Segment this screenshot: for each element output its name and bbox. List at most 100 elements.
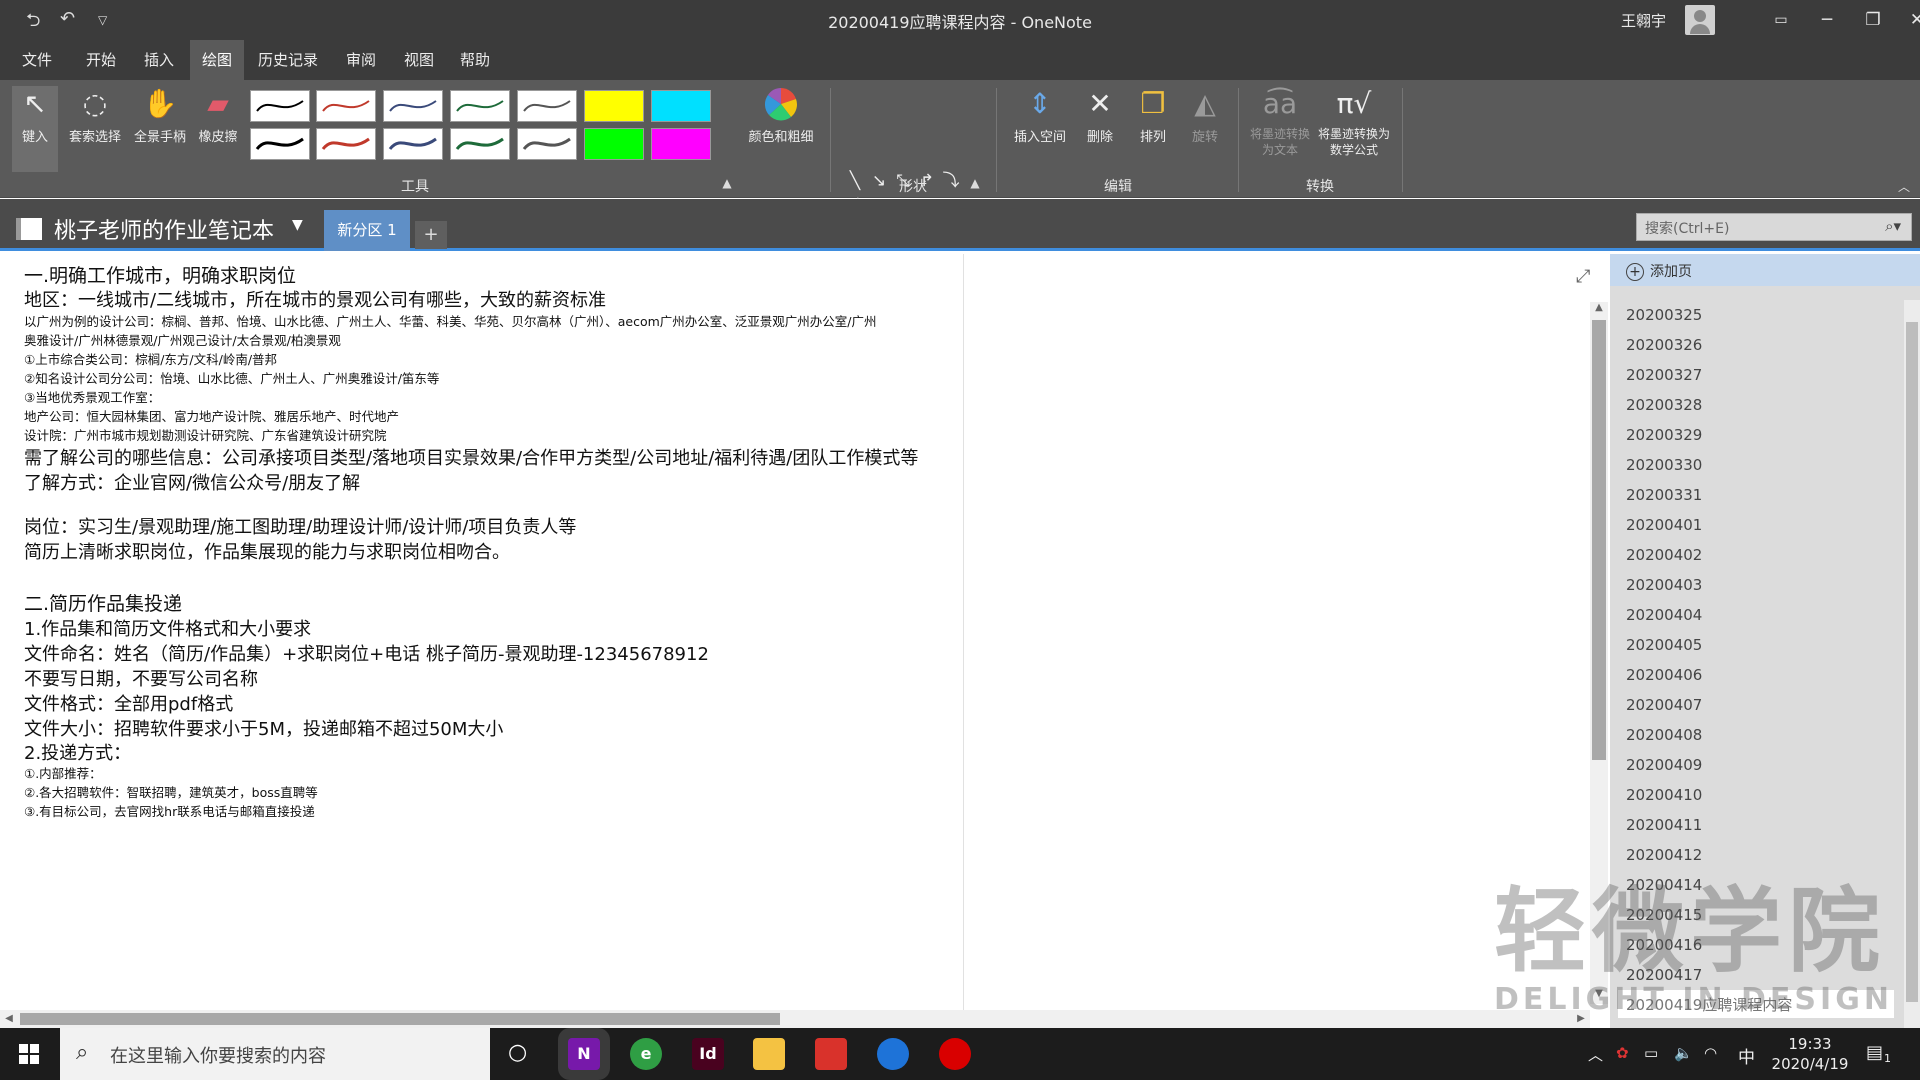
menu-insert[interactable]: 插入	[132, 40, 186, 80]
close-button[interactable]: ✕	[1894, 6, 1920, 34]
pen-swatch[interactable]	[250, 90, 310, 122]
search-input[interactable]: 搜索(Ctrl+E) ⌕▾	[1636, 213, 1912, 241]
rotate-button[interactable]: ◭ 旋转	[1180, 86, 1230, 145]
lasso-select-button[interactable]: ◌ 套索选择	[62, 86, 128, 145]
page-horizontal-scrollbar[interactable]: ◀ ▶	[0, 1010, 1590, 1028]
menu-file[interactable]: 文件	[10, 40, 64, 80]
expand-page-icon[interactable]: ⤢	[1576, 266, 1590, 287]
note-line[interactable]: 奥雅设计/广州林德景观/广州观己设计/太合景观/柏澳景观	[24, 330, 341, 349]
pen-swatch[interactable]	[316, 90, 376, 122]
add-section-button[interactable]: +	[415, 221, 447, 249]
taskbar-search-input[interactable]: ⌕ 在这里输入你要搜索的内容	[60, 1028, 490, 1080]
page-item[interactable]: 20200401	[1626, 516, 1702, 534]
menu-help[interactable]: 帮助	[448, 40, 502, 80]
collapse-ribbon-icon[interactable]: ︿	[1898, 178, 1910, 195]
note-line[interactable]: ①.内部推荐：	[24, 763, 102, 782]
page-list-scrollbar[interactable]	[1904, 300, 1920, 1028]
page-item[interactable]: 20200331	[1626, 486, 1702, 504]
menu-home[interactable]: 开始	[74, 40, 128, 80]
page-item[interactable]: 20200329	[1626, 426, 1702, 444]
tab-section-1[interactable]: 新分区 1	[324, 210, 410, 251]
recorder-icon[interactable]	[939, 1038, 971, 1070]
note-line[interactable]: 岗位：实习生/景观助理/施工图助理/助理设计师/设计师/项目负责人等	[24, 513, 576, 539]
note-line[interactable]: 文件格式：全部用pdf格式	[24, 690, 233, 716]
note-page[interactable]: ⤢ 一.明确工作城市，明确求职岗位 地区：一线城市/二线城市，所在城市的景观公司有…	[0, 254, 1600, 1010]
arrange-button[interactable]: ❐ 排列	[1128, 86, 1178, 145]
pen-swatch[interactable]	[450, 90, 510, 122]
note-line[interactable]: 地产公司：恒大园林集团、富力地产设计院、雅居乐地产、时代地产	[24, 406, 399, 425]
note-line[interactable]: ②.各大招聘软件：智联招聘，建筑英才，boss直聘等	[24, 782, 318, 801]
battery-icon[interactable]: ▭	[1644, 1044, 1658, 1062]
add-page-button[interactable]: + 添加页	[1610, 254, 1920, 286]
note-line[interactable]: 二.简历作品集投递	[24, 589, 182, 616]
note-line[interactable]: 文件命名：姓名（简历/作品集）+求职岗位+电话 桃子简历-景观助理-123456…	[24, 640, 709, 666]
page-item[interactable]: 20200409	[1626, 756, 1702, 774]
volume-icon[interactable]: 🔈	[1674, 1044, 1693, 1062]
indesign-icon[interactable]: Id	[692, 1038, 724, 1070]
note-line[interactable]: 不要写日期，不要写公司名称	[24, 665, 258, 691]
note-line[interactable]: 需了解公司的哪些信息：公司承接项目类型/落地项目实景效果/合作甲方类型/公司地址…	[24, 444, 918, 470]
color-thickness-button[interactable]: 颜色和粗细	[740, 86, 822, 145]
pen-swatch[interactable]	[450, 128, 510, 160]
ime-indicator[interactable]: 中	[1738, 1043, 1755, 1068]
sketchup-icon[interactable]	[815, 1038, 847, 1070]
ink-to-text-button[interactable]: a͡a 将墨迹转换为文本	[1248, 86, 1312, 158]
delete-button[interactable]: ✕ 删除	[1076, 86, 1124, 145]
eraser-button[interactable]: ▰ 橡皮擦	[192, 86, 244, 145]
page-item[interactable]: 20200326	[1626, 336, 1702, 354]
pen-swatch[interactable]	[316, 128, 376, 160]
page-item[interactable]: 20200408	[1626, 726, 1702, 744]
tray-app-icon[interactable]: ✿	[1616, 1044, 1629, 1062]
restore-button[interactable]: ❐	[1850, 6, 1896, 34]
file-explorer-icon[interactable]	[753, 1038, 785, 1070]
page-item[interactable]: 20200404	[1626, 606, 1702, 624]
page-item[interactable]: 20200327	[1626, 366, 1702, 384]
page-item[interactable]: 20200407	[1626, 696, 1702, 714]
note-line[interactable]: ①上市综合类公司：棕榈/东方/文科/岭南/普邦	[24, 349, 277, 368]
menu-history[interactable]: 历史记录	[246, 40, 330, 80]
page-item[interactable]: 20200328	[1626, 396, 1702, 414]
page-item[interactable]: 20200405	[1626, 636, 1702, 654]
scroll-thumb[interactable]	[1906, 322, 1918, 1002]
media-icon[interactable]	[877, 1038, 909, 1070]
page-item[interactable]: 20200402	[1626, 546, 1702, 564]
note-line[interactable]: 2.投递方式：	[24, 739, 131, 765]
menu-review[interactable]: 审阅	[334, 40, 388, 80]
scroll-up-icon[interactable]: ▲	[1590, 302, 1608, 318]
note-line[interactable]: 简历上清晰求职岗位，作品集展现的能力与求职岗位相吻合。	[24, 538, 510, 564]
page-item[interactable]: 20200410	[1626, 786, 1702, 804]
page-item[interactable]: 20200403	[1626, 576, 1702, 594]
wifi-icon[interactable]: ◠	[1704, 1044, 1717, 1062]
browser-icon[interactable]: e	[630, 1038, 662, 1070]
scroll-left-icon[interactable]: ◀	[0, 1010, 18, 1028]
notebook-name[interactable]: 桃子老师的作业笔记本	[54, 213, 274, 245]
note-line[interactable]: 文件大小：招聘软件要求小于5M，投递邮箱不超过50M大小	[24, 715, 503, 741]
insert-space-button[interactable]: ⇕ 插入空间	[1008, 86, 1072, 145]
chevron-down-icon[interactable]: ▼	[292, 217, 303, 233]
user-name[interactable]: 王翱宇	[1621, 10, 1666, 31]
note-line[interactable]: 以广州为例的设计公司：棕榈、普邦、怡境、山水比德、广州土人、华蕾、科美、华苑、贝…	[24, 311, 877, 330]
page-item[interactable]: 20200325	[1626, 306, 1702, 324]
note-line[interactable]: ③当地优秀景观工作室：	[24, 387, 160, 406]
highlighter-swatch[interactable]	[584, 90, 644, 122]
pen-swatch[interactable]	[383, 128, 443, 160]
search-icon[interactable]: ⌕▾	[1885, 217, 1901, 235]
note-line[interactable]: 设计院：广州市城市规划勘测设计研究院、广东省建筑设计研究院	[24, 425, 387, 444]
highlighter-swatch[interactable]	[584, 128, 644, 160]
start-button[interactable]	[0, 1028, 58, 1080]
page-item[interactable]: 20200330	[1626, 456, 1702, 474]
note-line[interactable]: 一.明确工作城市，明确求职岗位	[24, 261, 296, 288]
note-line[interactable]: ③.有目标公司，去官网找hr联系电话与邮箱直接投递	[24, 801, 315, 820]
pan-button[interactable]: ✋ 全景手柄	[128, 86, 192, 145]
menu-view[interactable]: 视图	[392, 40, 446, 80]
show-hidden-icons-icon[interactable]: ︿	[1588, 1044, 1603, 1065]
pen-swatch[interactable]	[383, 90, 443, 122]
note-line[interactable]: 地区：一线城市/二线城市，所在城市的景观公司有哪些，大致的薪资标准	[24, 286, 606, 312]
page-item[interactable]: 20200412	[1626, 846, 1702, 864]
note-line[interactable]: ②知名设计公司分公司：怡境、山水比德、广州土人、广州奥雅设计/笛东等	[24, 368, 439, 387]
avatar[interactable]	[1685, 5, 1715, 35]
pen-swatch[interactable]	[250, 128, 310, 160]
clock[interactable]: 19:33 2020/4/19	[1766, 1034, 1854, 1074]
scroll-thumb[interactable]	[20, 1013, 780, 1025]
note-line[interactable]: 了解方式：企业官网/微信公众号/朋友了解	[24, 469, 360, 495]
